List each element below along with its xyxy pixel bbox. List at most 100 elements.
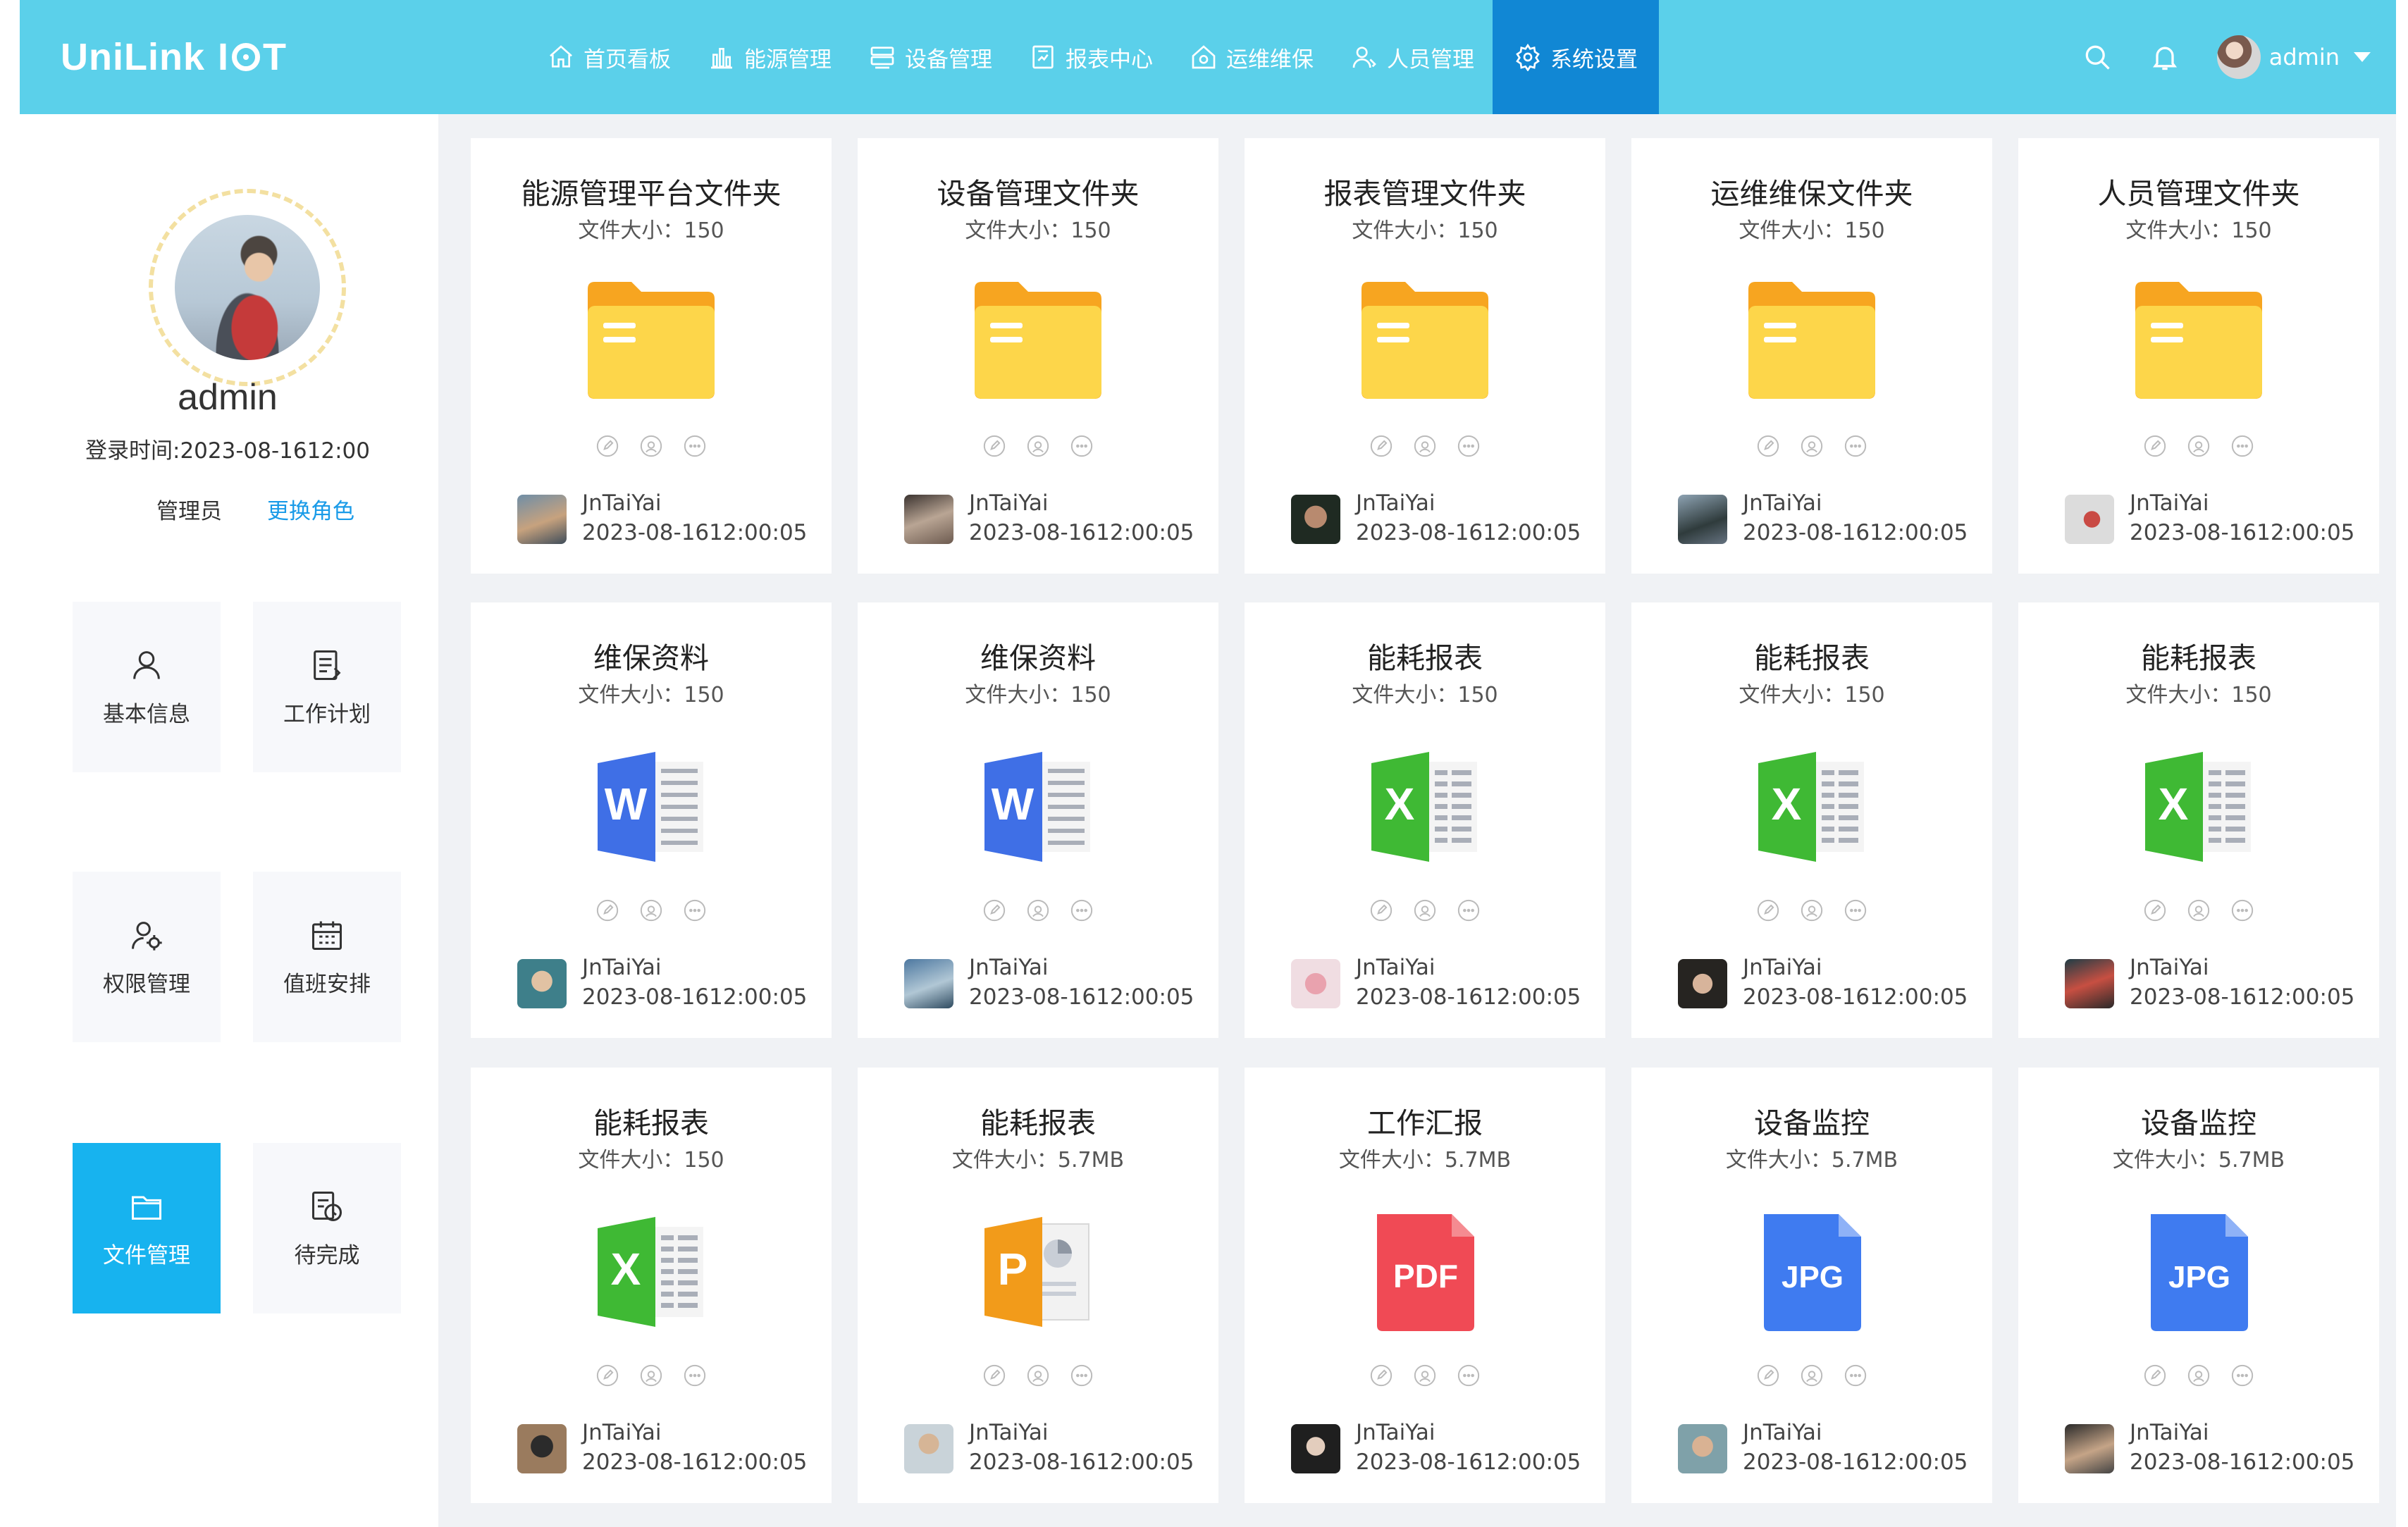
upload-date: 2023-08-1612:00:05 xyxy=(1356,1449,1581,1475)
file-card[interactable]: 报表管理文件夹 文件大小：150 JnTaiYai 2023-08-1612:0… xyxy=(1245,138,1605,574)
nav-item-energy[interactable]: 能源管理 xyxy=(689,0,850,114)
user-icon xyxy=(133,650,160,679)
header-user-name: admin xyxy=(2268,44,2340,70)
edit-icon[interactable] xyxy=(982,898,1006,922)
edit-icon[interactable] xyxy=(1756,898,1780,922)
file-card[interactable]: 能耗报表 文件大小：150 X JnTaiYai 2023-08-1612:00… xyxy=(1245,602,1605,1038)
edit-icon[interactable] xyxy=(2143,898,2167,922)
edit-icon[interactable] xyxy=(1756,1364,1780,1387)
share-icon[interactable] xyxy=(1026,898,1050,922)
edit-icon[interactable] xyxy=(982,1364,1006,1387)
uploader-avatar xyxy=(904,1424,953,1473)
profile-avatar[interactable] xyxy=(175,215,320,360)
unilink-iot-logo[interactable]: UniLink I T xyxy=(61,34,287,80)
file-size: 文件大小：150 xyxy=(2125,683,2272,707)
file-card[interactable]: 维保资料 文件大小：150 W JnTaiYai 2023-08-1612:00… xyxy=(858,602,1218,1038)
nav-item-maintenance[interactable]: 运维维保 xyxy=(1171,0,1332,114)
share-icon[interactable] xyxy=(1026,1364,1050,1387)
share-icon[interactable] xyxy=(639,434,663,458)
edit-icon[interactable] xyxy=(1369,898,1393,922)
file-card[interactable]: 能耗报表 文件大小：5.7MB P JnTaiYai 2023-08-1612:… xyxy=(858,1068,1218,1503)
tile-duty-schedule[interactable]: 值班安排 xyxy=(253,872,401,1042)
share-icon[interactable] xyxy=(1026,434,1050,458)
file-card[interactable]: 设备监控 文件大小：5.7MB JPG JnTaiYai 2023-08-161… xyxy=(2018,1068,2379,1503)
more-icon[interactable] xyxy=(683,898,707,922)
logo-suffix-i: I xyxy=(218,36,230,78)
share-icon[interactable] xyxy=(2187,1364,2211,1387)
more-icon[interactable] xyxy=(1457,434,1481,458)
file-card[interactable]: 工作汇报 文件大小：5.7MB PDF JnTaiYai 2023-08-161… xyxy=(1245,1068,1605,1503)
edit-icon[interactable] xyxy=(2143,1364,2167,1387)
share-icon[interactable] xyxy=(639,898,663,922)
edit-icon[interactable] xyxy=(595,434,619,458)
people-icon xyxy=(1352,47,1376,68)
more-icon[interactable] xyxy=(1844,434,1867,458)
file-card[interactable]: 设备监控 文件大小：5.7MB JPG JnTaiYai 2023-08-161… xyxy=(1631,1068,1992,1503)
more-icon[interactable] xyxy=(1070,1364,1094,1387)
more-icon[interactable] xyxy=(2230,898,2254,922)
share-icon[interactable] xyxy=(1800,1364,1824,1387)
more-icon[interactable] xyxy=(1070,898,1094,922)
nav-label: 设备管理 xyxy=(905,47,992,73)
share-icon[interactable] xyxy=(1413,898,1437,922)
share-icon[interactable] xyxy=(1800,898,1824,922)
share-icon[interactable] xyxy=(2187,898,2211,922)
file-card[interactable]: 能耗报表 文件大小：150 X JnTaiYai 2023-08-1612:00… xyxy=(2018,602,2379,1038)
share-icon[interactable] xyxy=(1413,1364,1437,1387)
file-type-letter: X xyxy=(1385,779,1415,829)
upload-date: 2023-08-1612:00:05 xyxy=(582,520,808,545)
bell-icon[interactable] xyxy=(2149,42,2180,73)
user-menu[interactable]: admin xyxy=(2216,35,2371,79)
uploader-avatar xyxy=(2065,495,2114,544)
file-card[interactable]: 运维维保文件夹 文件大小：150 JnTaiYai 2023-08-1612:0… xyxy=(1631,138,1992,574)
file-card[interactable]: 能耗报表 文件大小：150 X JnTaiYai 2023-08-1612:00… xyxy=(471,1068,832,1503)
more-icon[interactable] xyxy=(1844,1364,1867,1387)
tile-work-plan[interactable]: 工作计划 xyxy=(253,602,401,772)
uploader-name: JnTaiYai xyxy=(969,1420,1049,1445)
edit-icon[interactable] xyxy=(982,434,1006,458)
file-card[interactable]: 能源管理平台文件夹 文件大小：150 JnTaiYai 2023-08-1612… xyxy=(471,138,832,574)
edit-icon[interactable] xyxy=(1369,434,1393,458)
nav-item-home[interactable]: 首页看板 xyxy=(529,0,689,114)
nav-item-settings[interactable]: 系统设置 xyxy=(1493,0,1659,114)
file-title: 人员管理文件夹 xyxy=(2097,177,2300,211)
more-icon[interactable] xyxy=(2230,1364,2254,1387)
uploader-name: JnTaiYai xyxy=(1356,955,1435,980)
tile-permissions[interactable]: 权限管理 xyxy=(73,872,221,1042)
edit-icon[interactable] xyxy=(2143,434,2167,458)
upload-date: 2023-08-1612:00:05 xyxy=(1356,520,1581,545)
switch-role-link[interactable]: 更换角色 xyxy=(267,493,354,525)
edit-icon[interactable] xyxy=(1756,434,1780,458)
more-icon[interactable] xyxy=(1457,898,1481,922)
nav-item-people[interactable]: 人员管理 xyxy=(1332,0,1493,114)
edit-icon[interactable] xyxy=(595,898,619,922)
gear-icon xyxy=(1516,43,1540,71)
file-card[interactable]: 维保资料 文件大小：150 W JnTaiYai 2023-08-1612:00… xyxy=(471,602,832,1038)
share-icon[interactable] xyxy=(1413,434,1437,458)
nav-item-report[interactable]: 报表中心 xyxy=(1011,0,1171,114)
tile-pending[interactable]: 待完成 xyxy=(253,1143,401,1313)
file-card[interactable]: 人员管理文件夹 文件大小：150 JnTaiYai 2023-08-1612:0… xyxy=(2018,138,2379,574)
share-icon[interactable] xyxy=(1800,434,1824,458)
more-icon[interactable] xyxy=(1070,434,1094,458)
more-icon[interactable] xyxy=(683,434,707,458)
file-card[interactable]: 能耗报表 文件大小：150 X JnTaiYai 2023-08-1612:00… xyxy=(1631,602,1992,1038)
more-icon[interactable] xyxy=(2230,434,2254,458)
tile-file-management[interactable]: 文件管理 xyxy=(73,1143,221,1313)
more-icon[interactable] xyxy=(1457,1364,1481,1387)
file-card[interactable]: 设备管理文件夹 文件大小：150 JnTaiYai 2023-08-1612:0… xyxy=(858,138,1218,574)
uploader-name: JnTaiYai xyxy=(1743,955,1822,980)
search-icon[interactable] xyxy=(2082,42,2113,73)
edit-icon[interactable] xyxy=(595,1364,619,1387)
nav-item-device[interactable]: 设备管理 xyxy=(850,0,1011,114)
edit-icon[interactable] xyxy=(1369,1364,1393,1387)
image-file-icon: JPG xyxy=(1764,1214,1861,1331)
uploader-name: JnTaiYai xyxy=(1356,490,1435,516)
more-icon[interactable] xyxy=(683,1364,707,1387)
more-icon[interactable] xyxy=(1844,898,1867,922)
file-actions xyxy=(1631,898,1992,922)
tile-basic-info[interactable]: 基本信息 xyxy=(73,602,221,772)
share-icon[interactable] xyxy=(639,1364,663,1387)
share-icon[interactable] xyxy=(2187,434,2211,458)
uploader-name: JnTaiYai xyxy=(582,490,662,516)
